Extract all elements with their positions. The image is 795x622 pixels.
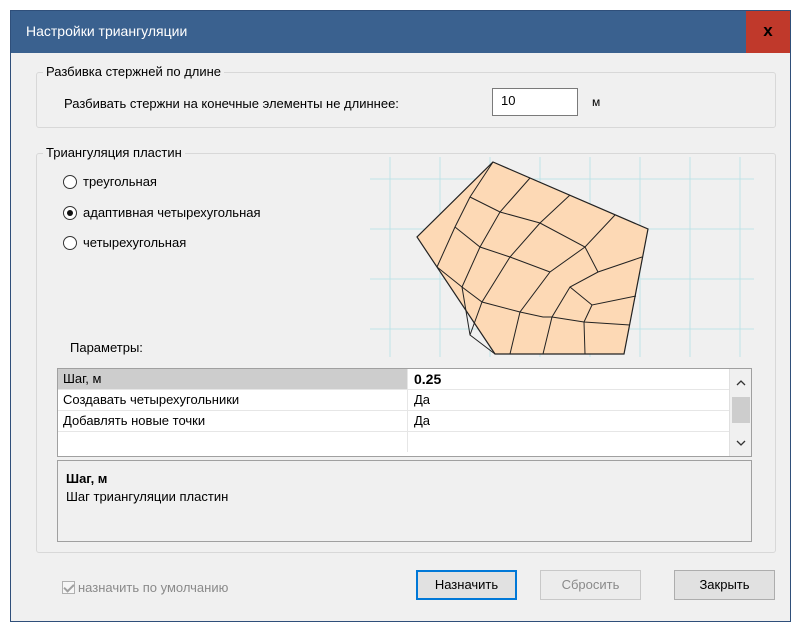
- close-button[interactable]: Закрыть: [674, 570, 775, 600]
- radio-adaptive-quad[interactable]: адаптивная четырехугольная: [63, 205, 261, 220]
- chevron-down-icon[interactable]: [731, 434, 751, 454]
- triangulation-group-title: Триангуляция пластин: [43, 145, 185, 160]
- table-row[interactable]: Добавлять новые точки Да: [58, 411, 730, 432]
- description-title: Шаг, м: [66, 471, 108, 486]
- assign-button[interactable]: Назначить: [416, 570, 517, 600]
- param-value[interactable]: Да: [408, 390, 730, 410]
- segment-length-unit: м: [592, 95, 601, 109]
- mesh-preview-image: [370, 157, 754, 357]
- table-row[interactable]: Создавать четырехугольники Да: [58, 390, 730, 411]
- mesh-plate: [416, 161, 649, 355]
- segment-length-input[interactable]: 10: [492, 88, 578, 116]
- default-checkbox[interactable]: назначить по умолчанию: [62, 580, 228, 595]
- param-name: Создавать четырехугольники: [58, 390, 408, 410]
- radio-adaptive-quad-label: адаптивная четырехугольная: [83, 205, 261, 220]
- default-checkbox-label: назначить по умолчанию: [78, 580, 229, 595]
- chevron-up-icon[interactable]: [731, 373, 751, 393]
- params-label: Параметры:: [70, 340, 143, 355]
- check-icon[interactable]: [62, 581, 75, 594]
- param-description: Шаг, м Шаг триангуляции пластин: [57, 460, 752, 542]
- table-row-empty: [58, 432, 730, 453]
- segmentation-group-title: Разбивка стержней по длине: [43, 64, 225, 79]
- description-text: Шаг триангуляции пластин: [66, 489, 229, 504]
- close-icon[interactable]: x: [746, 11, 790, 53]
- segment-length-label: Разбивать стержни на конечные элементы н…: [64, 96, 399, 111]
- param-value[interactable]: Да: [408, 411, 730, 431]
- param-name-empty: [58, 432, 408, 452]
- scrollbar-thumb[interactable]: [732, 397, 750, 423]
- param-value[interactable]: 0.25: [408, 369, 730, 389]
- radio-triangular-icon[interactable]: [63, 174, 77, 189]
- radio-quad-icon[interactable]: [63, 235, 77, 250]
- radio-triangular[interactable]: треугольная: [63, 174, 157, 189]
- radio-quad-label: четырехугольная: [83, 235, 187, 250]
- title-bar: Настройки триангуляции x: [11, 11, 790, 53]
- window-title: Настройки триангуляции: [26, 23, 188, 39]
- param-name: Шаг, м: [58, 369, 408, 389]
- table-row[interactable]: Шаг, м 0.25: [58, 369, 730, 390]
- reset-button[interactable]: Сбросить: [540, 570, 641, 600]
- params-grid: Шаг, м 0.25 Создавать четырехугольники Д…: [57, 368, 752, 457]
- radio-triangular-label: треугольная: [83, 174, 157, 189]
- radio-adaptive-quad-icon[interactable]: [63, 205, 77, 220]
- params-scrollbar[interactable]: [729, 369, 751, 456]
- param-name: Добавлять новые точки: [58, 411, 408, 431]
- radio-quad[interactable]: четырехугольная: [63, 235, 186, 250]
